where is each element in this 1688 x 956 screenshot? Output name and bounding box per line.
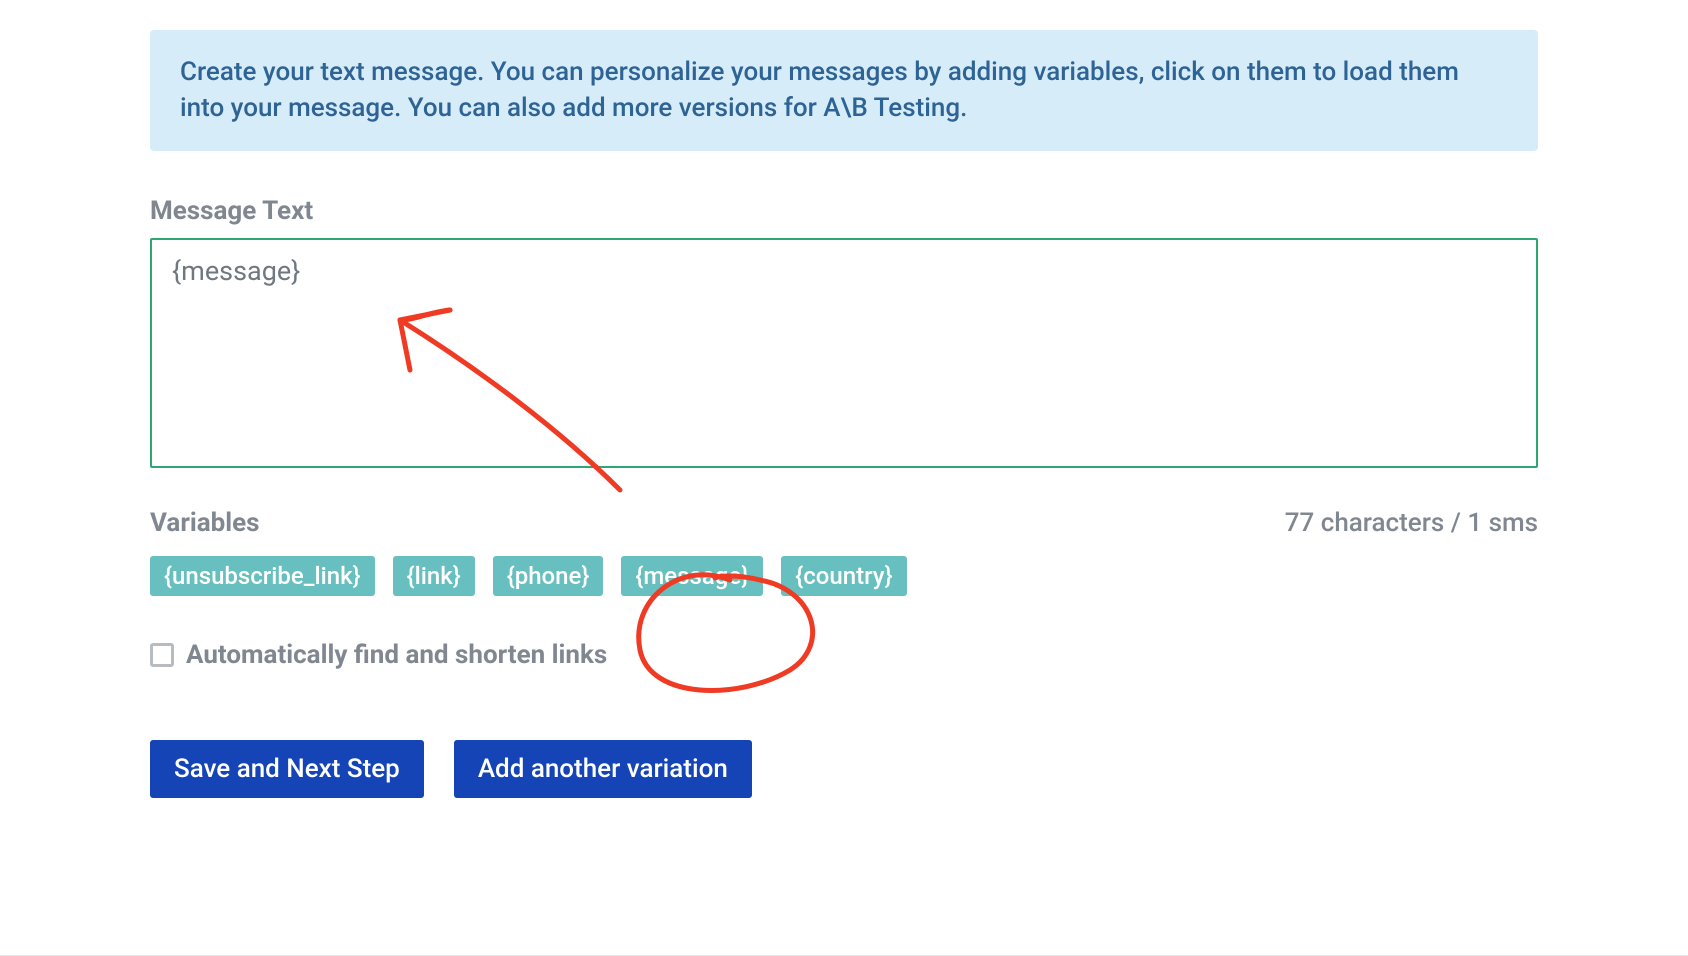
variables-row: Variables 77 characters / 1 sms bbox=[150, 508, 1538, 538]
variable-chip-unsubscribe-link[interactable]: {unsubscribe_link} bbox=[150, 556, 375, 596]
shorten-links-row: Automatically find and shorten links bbox=[150, 640, 1538, 670]
message-text-label: Message Text bbox=[150, 196, 1538, 226]
message-text-input[interactable] bbox=[150, 238, 1538, 468]
info-banner: Create your text message. You can person… bbox=[150, 30, 1538, 151]
info-banner-text: Create your text message. You can person… bbox=[180, 57, 1459, 123]
variable-chip-link[interactable]: {link} bbox=[393, 556, 475, 596]
variables-label: Variables bbox=[150, 508, 260, 538]
variable-chips: {unsubscribe_link} {link} {phone} {messa… bbox=[150, 556, 1538, 596]
add-variation-button[interactable]: Add another variation bbox=[454, 740, 752, 798]
page: Create your text message. You can person… bbox=[0, 0, 1688, 956]
variable-chip-country[interactable]: {country} bbox=[781, 556, 906, 596]
character-count: 77 characters / 1 sms bbox=[1285, 508, 1538, 538]
shorten-links-label: Automatically find and shorten links bbox=[186, 640, 607, 670]
variable-chip-message[interactable]: {message} bbox=[621, 556, 763, 596]
action-buttons: Save and Next Step Add another variation bbox=[150, 740, 1538, 798]
shorten-links-checkbox[interactable] bbox=[150, 643, 174, 667]
variable-chip-phone[interactable]: {phone} bbox=[493, 556, 604, 596]
save-next-step-button[interactable]: Save and Next Step bbox=[150, 740, 424, 798]
